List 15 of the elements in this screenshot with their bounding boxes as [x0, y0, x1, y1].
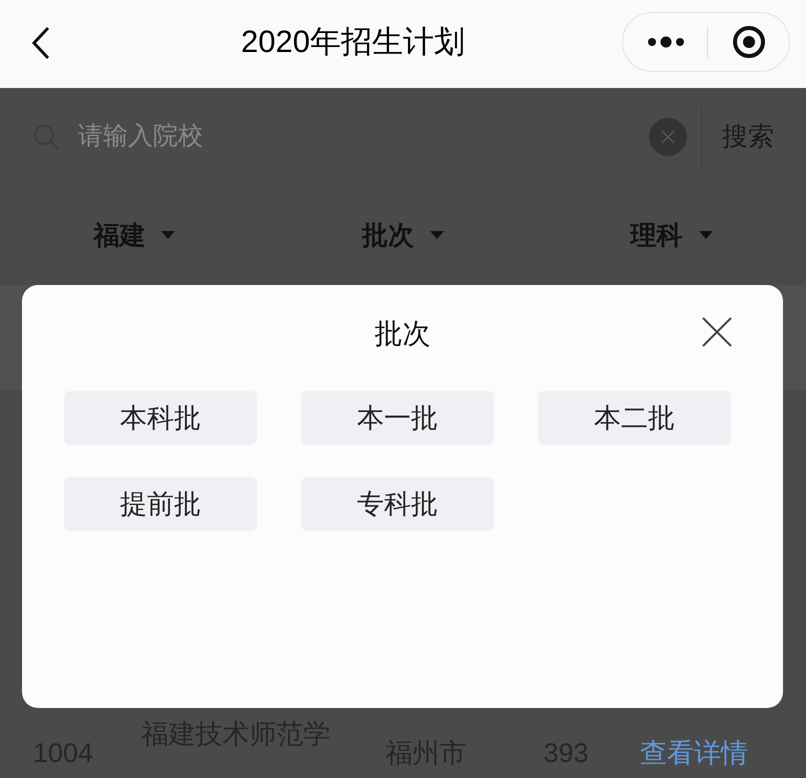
page-title: 2020年招生计划: [240, 23, 466, 61]
caret-icon: [161, 231, 176, 239]
dialog-title: 批次: [374, 317, 432, 351]
batch-option[interactable]: 专科批: [301, 477, 494, 531]
caret-icon: [430, 231, 444, 239]
batch-option[interactable]: 本二批: [538, 391, 731, 445]
batch-option[interactable]: 提前批: [64, 477, 257, 531]
back-icon[interactable]: [30, 26, 52, 60]
caret-icon: [698, 231, 713, 239]
search-field[interactable]: 请输入院校: [78, 118, 649, 156]
close-icon[interactable]: [702, 317, 732, 347]
batch-option[interactable]: 本科批: [64, 391, 257, 445]
batch-option[interactable]: 本一批: [301, 391, 494, 445]
close-app-icon[interactable]: [732, 25, 766, 59]
more-icon[interactable]: [647, 36, 685, 48]
